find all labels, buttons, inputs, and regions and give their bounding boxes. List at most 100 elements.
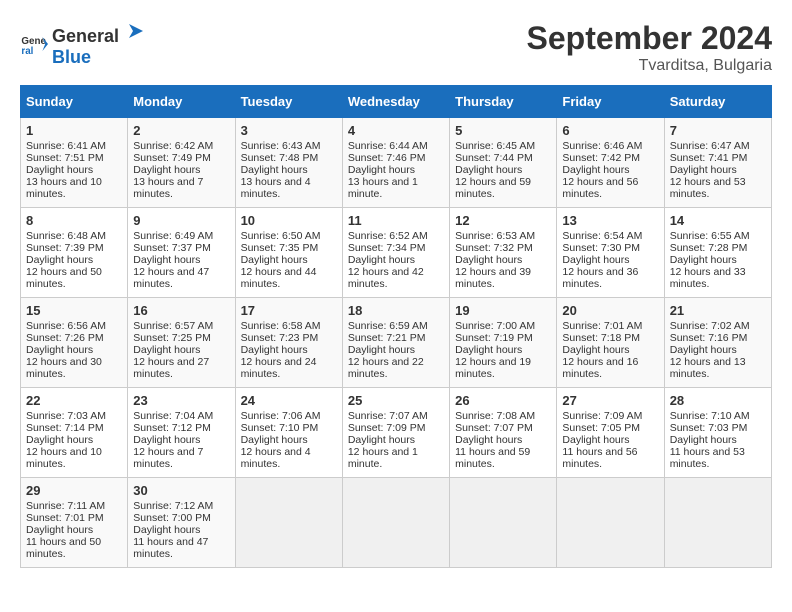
sunset-label: Sunset: 7:00 PM bbox=[133, 512, 211, 524]
calendar-cell: 18 Sunrise: 6:59 AM Sunset: 7:21 PM Dayl… bbox=[342, 298, 449, 388]
sunrise-label: Sunrise: 7:09 AM bbox=[562, 410, 642, 422]
day-number: 14 bbox=[670, 213, 766, 228]
daylight-value: 12 hours and 4 minutes. bbox=[241, 446, 311, 470]
sunset-label: Sunset: 7:32 PM bbox=[455, 242, 533, 254]
daylight-value: 12 hours and 36 minutes. bbox=[562, 266, 638, 290]
sunrise-label: Sunrise: 6:50 AM bbox=[241, 230, 321, 242]
calendar-cell bbox=[342, 478, 449, 568]
daylight-label: Daylight hours bbox=[26, 344, 93, 356]
calendar-cell: 19 Sunrise: 7:00 AM Sunset: 7:19 PM Dayl… bbox=[450, 298, 557, 388]
day-number: 5 bbox=[455, 123, 551, 138]
sunrise-label: Sunrise: 6:41 AM bbox=[26, 140, 106, 152]
day-number: 20 bbox=[562, 303, 658, 318]
calendar-cell: 4 Sunrise: 6:44 AM Sunset: 7:46 PM Dayli… bbox=[342, 118, 449, 208]
calendar-cell bbox=[235, 478, 342, 568]
daylight-label: Daylight hours bbox=[348, 344, 415, 356]
daylight-label: Daylight hours bbox=[133, 524, 200, 536]
day-number: 2 bbox=[133, 123, 229, 138]
daylight-label: Daylight hours bbox=[562, 254, 629, 266]
daylight-label: Daylight hours bbox=[241, 254, 308, 266]
calendar-cell: 13 Sunrise: 6:54 AM Sunset: 7:30 PM Dayl… bbox=[557, 208, 664, 298]
day-number: 22 bbox=[26, 393, 122, 408]
sunset-label: Sunset: 7:12 PM bbox=[133, 422, 211, 434]
calendar-cell: 2 Sunrise: 6:42 AM Sunset: 7:49 PM Dayli… bbox=[128, 118, 235, 208]
daylight-label: Daylight hours bbox=[26, 164, 93, 176]
sunrise-label: Sunrise: 7:11 AM bbox=[26, 500, 105, 512]
daylight-label: Daylight hours bbox=[348, 164, 415, 176]
daylight-value: 12 hours and 53 minutes. bbox=[670, 176, 746, 200]
day-number: 8 bbox=[26, 213, 122, 228]
sunrise-label: Sunrise: 7:03 AM bbox=[26, 410, 106, 422]
sunset-label: Sunset: 7:44 PM bbox=[455, 152, 533, 164]
calendar-cell: 30 Sunrise: 7:12 AM Sunset: 7:00 PM Dayl… bbox=[128, 478, 235, 568]
col-wednesday: Wednesday bbox=[342, 86, 449, 118]
daylight-value: 12 hours and 27 minutes. bbox=[133, 356, 209, 380]
day-number: 12 bbox=[455, 213, 551, 228]
daylight-value: 12 hours and 47 minutes. bbox=[133, 266, 209, 290]
daylight-label: Daylight hours bbox=[562, 434, 629, 446]
daylight-label: Daylight hours bbox=[670, 434, 737, 446]
daylight-value: 12 hours and 22 minutes. bbox=[348, 356, 424, 380]
day-number: 10 bbox=[241, 213, 337, 228]
day-number: 24 bbox=[241, 393, 337, 408]
daylight-label: Daylight hours bbox=[348, 434, 415, 446]
day-number: 29 bbox=[26, 483, 122, 498]
sunrise-label: Sunrise: 6:45 AM bbox=[455, 140, 535, 152]
daylight-label: Daylight hours bbox=[670, 344, 737, 356]
day-number: 25 bbox=[348, 393, 444, 408]
day-number: 3 bbox=[241, 123, 337, 138]
daylight-value: 13 hours and 4 minutes. bbox=[241, 176, 311, 200]
sunset-label: Sunset: 7:18 PM bbox=[562, 332, 640, 344]
day-number: 7 bbox=[670, 123, 766, 138]
day-number: 28 bbox=[670, 393, 766, 408]
daylight-value: 12 hours and 19 minutes. bbox=[455, 356, 531, 380]
daylight-label: Daylight hours bbox=[133, 254, 200, 266]
calendar-week-row: 8 Sunrise: 6:48 AM Sunset: 7:39 PM Dayli… bbox=[21, 208, 772, 298]
sunrise-label: Sunrise: 6:43 AM bbox=[241, 140, 321, 152]
daylight-label: Daylight hours bbox=[348, 254, 415, 266]
daylight-value: 12 hours and 33 minutes. bbox=[670, 266, 746, 290]
calendar-cell bbox=[664, 478, 771, 568]
calendar-cell: 10 Sunrise: 6:50 AM Sunset: 7:35 PM Dayl… bbox=[235, 208, 342, 298]
sunrise-label: Sunrise: 6:58 AM bbox=[241, 320, 321, 332]
sunrise-label: Sunrise: 6:42 AM bbox=[133, 140, 213, 152]
sunset-label: Sunset: 7:19 PM bbox=[455, 332, 533, 344]
day-number: 21 bbox=[670, 303, 766, 318]
logo-arrow-icon bbox=[125, 20, 147, 42]
day-number: 4 bbox=[348, 123, 444, 138]
daylight-value: 12 hours and 59 minutes. bbox=[455, 176, 531, 200]
daylight-value: 13 hours and 7 minutes. bbox=[133, 176, 203, 200]
daylight-label: Daylight hours bbox=[455, 344, 522, 356]
calendar-cell: 15 Sunrise: 6:56 AM Sunset: 7:26 PM Dayl… bbox=[21, 298, 128, 388]
col-tuesday: Tuesday bbox=[235, 86, 342, 118]
daylight-label: Daylight hours bbox=[133, 434, 200, 446]
daylight-label: Daylight hours bbox=[241, 164, 308, 176]
sunrise-label: Sunrise: 6:53 AM bbox=[455, 230, 535, 242]
calendar-cell: 16 Sunrise: 6:57 AM Sunset: 7:25 PM Dayl… bbox=[128, 298, 235, 388]
sunset-label: Sunset: 7:37 PM bbox=[133, 242, 211, 254]
sunrise-label: Sunrise: 6:49 AM bbox=[133, 230, 213, 242]
title-area: September 2024 Tvarditsa, Bulgaria bbox=[527, 20, 772, 75]
sunset-label: Sunset: 7:16 PM bbox=[670, 332, 748, 344]
calendar-cell: 12 Sunrise: 6:53 AM Sunset: 7:32 PM Dayl… bbox=[450, 208, 557, 298]
col-friday: Friday bbox=[557, 86, 664, 118]
sunrise-label: Sunrise: 6:46 AM bbox=[562, 140, 642, 152]
calendar-week-row: 22 Sunrise: 7:03 AM Sunset: 7:14 PM Dayl… bbox=[21, 388, 772, 478]
calendar-cell: 11 Sunrise: 6:52 AM Sunset: 7:34 PM Dayl… bbox=[342, 208, 449, 298]
daylight-value: 11 hours and 53 minutes. bbox=[670, 446, 745, 470]
daylight-value: 12 hours and 50 minutes. bbox=[26, 266, 102, 290]
daylight-value: 12 hours and 56 minutes. bbox=[562, 176, 638, 200]
day-number: 13 bbox=[562, 213, 658, 228]
logo-text-blue: Blue bbox=[52, 47, 91, 67]
day-number: 6 bbox=[562, 123, 658, 138]
day-number: 23 bbox=[133, 393, 229, 408]
logo-text-general: General bbox=[52, 26, 119, 47]
sunset-label: Sunset: 7:26 PM bbox=[26, 332, 104, 344]
sunrise-label: Sunrise: 6:48 AM bbox=[26, 230, 106, 242]
sunrise-label: Sunrise: 6:56 AM bbox=[26, 320, 106, 332]
calendar-cell: 29 Sunrise: 7:11 AM Sunset: 7:01 PM Dayl… bbox=[21, 478, 128, 568]
sunrise-label: Sunrise: 6:55 AM bbox=[670, 230, 750, 242]
sunset-label: Sunset: 7:10 PM bbox=[241, 422, 319, 434]
calendar-cell: 17 Sunrise: 6:58 AM Sunset: 7:23 PM Dayl… bbox=[235, 298, 342, 388]
day-number: 26 bbox=[455, 393, 551, 408]
